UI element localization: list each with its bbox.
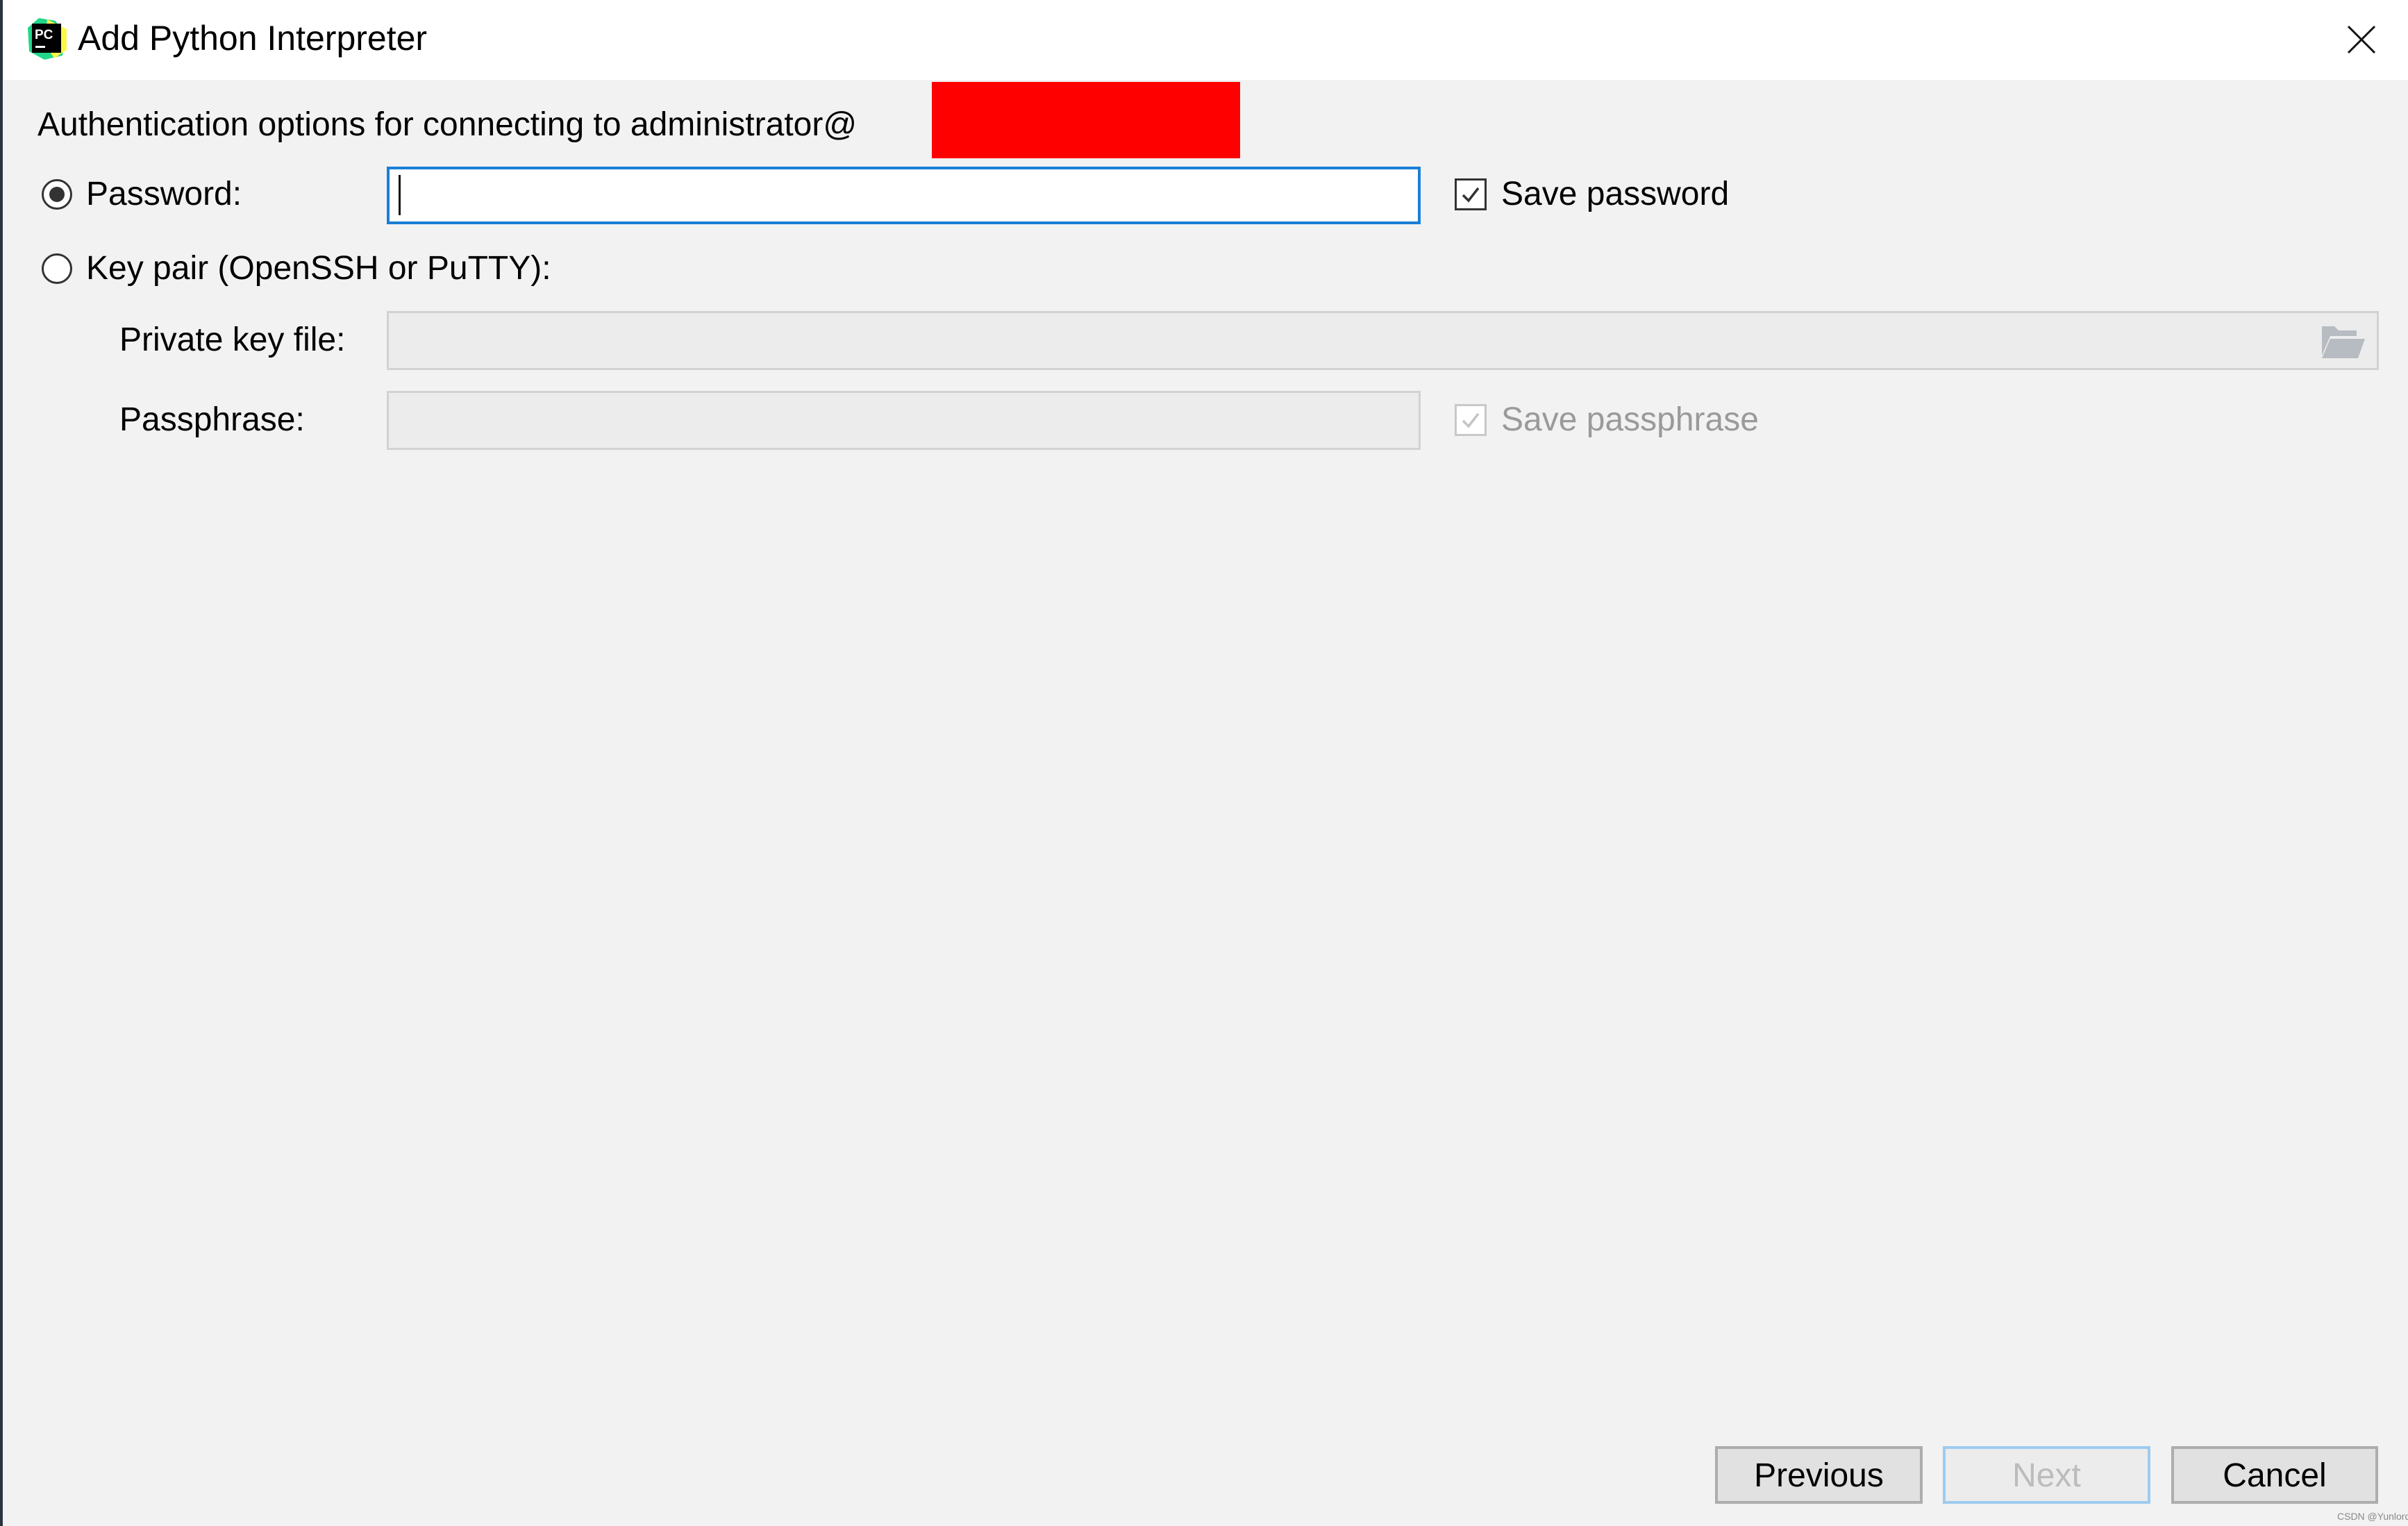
passphrase-input[interactable]	[387, 391, 1421, 450]
next-button[interactable]: Next	[1943, 1446, 2150, 1504]
keypair-label: Key pair (OpenSSH or PuTTY):	[86, 250, 551, 287]
text-caret	[399, 175, 401, 215]
password-radio[interactable]	[42, 179, 72, 210]
close-icon[interactable]	[2341, 19, 2380, 58]
watermark: CSDN @Yunlord	[2337, 1511, 2408, 1522]
private-key-input[interactable]	[387, 311, 2379, 370]
save-passphrase-checkbox[interactable]	[1455, 404, 1487, 436]
radio-selected-dot	[49, 187, 65, 202]
cancel-button[interactable]: Cancel	[2171, 1446, 2378, 1504]
auth-heading: Authentication options for connecting to…	[37, 106, 858, 143]
redacted-host	[932, 82, 1240, 158]
private-key-label: Private key file:	[119, 321, 346, 358]
pycharm-logo-icon: PC	[24, 15, 69, 61]
previous-button[interactable]: Previous	[1715, 1446, 1923, 1504]
folder-open-icon[interactable]	[2321, 325, 2366, 360]
checkmark-icon	[1462, 412, 1480, 428]
save-password-label: Save password	[1501, 176, 1730, 212]
save-password-checkbox[interactable]	[1455, 178, 1487, 210]
password-input[interactable]	[387, 167, 1421, 224]
passphrase-label: Passphrase:	[119, 401, 305, 438]
svg-text:PC: PC	[35, 28, 53, 42]
add-python-interpreter-dialog: PC Add Python Interpreter Authentication…	[0, 0, 2408, 1526]
dialog-title: Add Python Interpreter	[78, 19, 428, 58]
password-label: Password:	[86, 176, 242, 212]
title-bar: PC Add Python Interpreter	[3, 0, 2408, 80]
save-passphrase-label: Save passphrase	[1501, 401, 1759, 438]
checkmark-icon	[1462, 187, 1480, 203]
keypair-radio[interactable]	[42, 253, 72, 284]
